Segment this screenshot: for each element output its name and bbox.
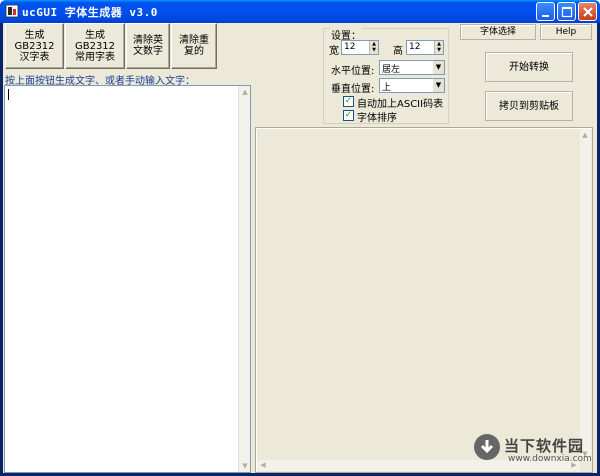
- preview-vertical-scrollbar[interactable]: ▲ ▼: [580, 129, 591, 460]
- close-icon: [583, 7, 593, 17]
- spin-arrows-icon[interactable]: ▲ ▼: [369, 41, 378, 54]
- watermark-brand: 当下软件园: [504, 437, 585, 455]
- width-label: 宽: [329, 46, 339, 57]
- height-value: 12: [409, 42, 421, 52]
- v-align-label: 垂直位置:: [331, 84, 375, 95]
- site-watermark: 当下软件园 www.downxia.com: [474, 432, 592, 470]
- maximize-icon: [561, 6, 573, 18]
- close-button[interactable]: [578, 2, 597, 21]
- gen-gb2312-chars-button[interactable]: 生成GB2312 汉字表: [5, 23, 64, 69]
- text-caret: [8, 89, 9, 100]
- window-title: ucGUI 字体生成器 v3.0: [22, 6, 158, 19]
- auto-ascii-checkbox[interactable]: ✓: [343, 96, 354, 107]
- start-convert-button[interactable]: 开始转换: [485, 52, 573, 82]
- font-preview-panel[interactable]: ▲ ▼ ◀ ▶: [255, 127, 593, 473]
- spin-arrows-icon[interactable]: ▲ ▼: [434, 41, 443, 54]
- app-icon: [5, 4, 19, 18]
- width-value: 12: [344, 42, 356, 52]
- download-icon: [474, 434, 500, 460]
- help-button[interactable]: Help: [540, 24, 592, 40]
- scroll-left-icon[interactable]: ◀: [258, 460, 268, 470]
- scroll-up-icon[interactable]: ▲: [580, 130, 590, 140]
- text-input-area[interactable]: ▲ ▼: [4, 85, 251, 473]
- copy-clipboard-button[interactable]: 拷贝到剪贴板: [485, 91, 573, 121]
- clear-duplicates-button[interactable]: 清除重 复的: [171, 23, 217, 69]
- height-spinner[interactable]: 12 ▲ ▼: [406, 40, 444, 55]
- maximize-button[interactable]: [557, 2, 576, 21]
- chevron-down-icon[interactable]: ▼: [433, 79, 444, 92]
- watermark-url: www.downxia.com: [508, 454, 592, 464]
- app-window: ucGUI 字体生成器 v3.0 生成GB2312 汉字表 生成GB2312 常…: [0, 0, 600, 476]
- title-bar[interactable]: ucGUI 字体生成器 v3.0: [0, 0, 600, 23]
- height-label: 高: [393, 46, 403, 57]
- sort-label: 字体排序: [357, 113, 397, 124]
- clear-alnum-button[interactable]: 清除英 文数字: [126, 23, 170, 69]
- settings-group: 设置： 宽 12 ▲ ▼ 高 12 ▲ ▼ 水平位置: 居左 ▼ 垂直位置: 上 ▼…: [323, 27, 449, 124]
- gen-gb2312-common-button[interactable]: 生成GB2312 常用字表: [65, 23, 125, 69]
- font-select-button[interactable]: 字体选择: [460, 24, 536, 40]
- sort-checkbox[interactable]: ✓: [343, 110, 354, 121]
- width-spinner[interactable]: 12 ▲ ▼: [341, 40, 379, 55]
- h-align-value: 居左: [382, 65, 401, 75]
- h-align-select[interactable]: 居左 ▼: [379, 60, 445, 75]
- client-area: 生成GB2312 汉字表 生成GB2312 常用字表 清除英 文数字 清除重 复…: [3, 23, 597, 473]
- editor-vertical-scrollbar[interactable]: ▲ ▼: [238, 86, 250, 472]
- scroll-up-icon[interactable]: ▲: [240, 87, 250, 97]
- minimize-icon: [542, 15, 549, 17]
- scroll-down-icon[interactable]: ▼: [240, 461, 250, 471]
- v-align-value: 上: [382, 83, 392, 93]
- minimize-button[interactable]: [536, 2, 555, 21]
- auto-ascii-label: 自动加上ASCII码表: [357, 99, 444, 110]
- h-align-label: 水平位置:: [331, 66, 375, 77]
- v-align-select[interactable]: 上 ▼: [379, 78, 445, 93]
- chevron-down-icon[interactable]: ▼: [433, 61, 444, 74]
